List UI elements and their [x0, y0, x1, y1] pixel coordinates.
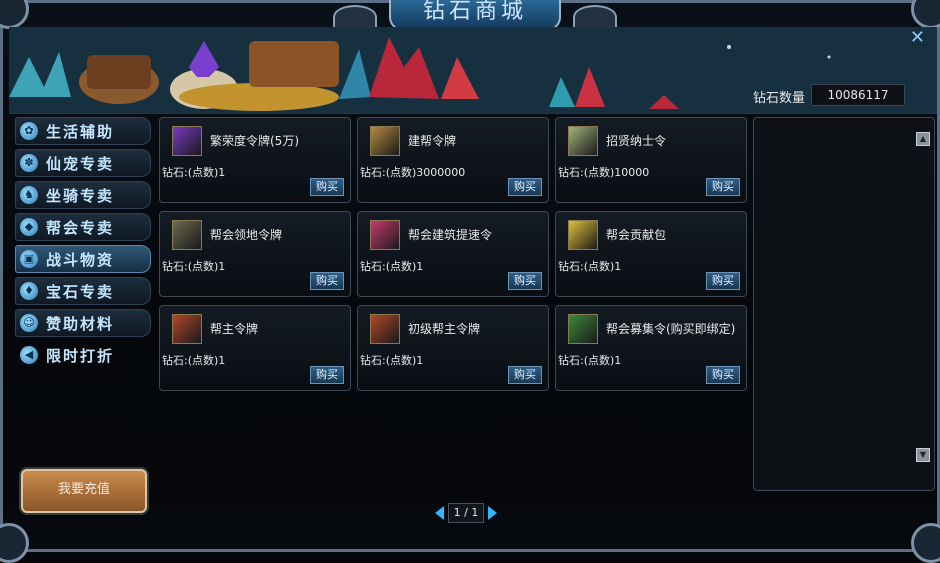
sidebar-item-mounts[interactable]: ♞ 坐骑专卖: [15, 181, 151, 209]
leaf-icon: ✿: [20, 122, 38, 140]
buy-button[interactable]: 购买: [508, 366, 542, 384]
close-icon[interactable]: ✕: [910, 27, 925, 48]
scroll-icon[interactable]: [568, 126, 598, 156]
scroll-down-icon[interactable]: ▼: [916, 448, 930, 462]
sidebar-item-label: 限时打折: [46, 346, 115, 365]
item-detail-panel: ▲ ▼: [753, 117, 935, 491]
item-card: 帮会募集令(购买即绑定) 钻石:(点数)1 购买: [555, 305, 747, 391]
sidebar-item-label: 帮会专卖: [46, 218, 115, 237]
sidebar-item-life[interactable]: ✿ 生活辅助: [15, 117, 151, 145]
buy-button[interactable]: 购买: [310, 272, 344, 290]
sidebar-item-label: 宝石专卖: [46, 282, 115, 301]
corner-ornament: [911, 523, 940, 563]
recharge-button[interactable]: 我要充值: [21, 469, 147, 513]
unicorn-icon: ♞: [20, 186, 38, 204]
token-icon[interactable]: [568, 314, 598, 344]
item-name: 帮会募集令(购买即绑定): [606, 322, 736, 336]
sidebar-item-combat[interactable]: ▣ 战斗物资: [15, 245, 151, 273]
buy-button[interactable]: 购买: [706, 272, 740, 290]
shop-window: 钻石商城 ✕ 钻石数量 10086117 ✿ 生活辅助 ✽ 仙宠专卖 ♞ 坐骑专…: [0, 0, 940, 563]
item-price: 钻石:(点数)3000000: [360, 166, 466, 179]
item-price: 钻石:(点数)1: [360, 354, 424, 367]
buy-button[interactable]: 购买: [706, 178, 740, 196]
item-price: 钻石:(点数)1: [360, 260, 424, 273]
item-name: 帮会领地令牌: [210, 228, 283, 242]
sidebar-item-label: 仙宠专卖: [46, 154, 115, 173]
pagination: 1 / 1: [435, 503, 497, 523]
buy-button[interactable]: 购买: [508, 272, 542, 290]
diamond-count-value: 10086117: [811, 84, 905, 106]
item-card: 帮会建筑提速令 钻石:(点数)1 购买: [357, 211, 549, 297]
person-icon: ☺: [20, 314, 38, 332]
token-icon[interactable]: [370, 220, 400, 250]
item-price: 钻石:(点数)1: [162, 166, 226, 179]
item-name: 招贤纳士令: [606, 134, 667, 148]
sidebar-item-label: 坐骑专卖: [46, 186, 115, 205]
next-page-icon[interactable]: [488, 506, 497, 520]
sidebar-item-guild[interactable]: ◆ 帮会专卖: [15, 213, 151, 241]
sidebar-item-gems[interactable]: ♦ 宝石专卖: [15, 277, 151, 305]
sidebar-item-label: 战斗物资: [46, 250, 115, 269]
frame-ornament: [573, 5, 617, 29]
sidebar-item-sale[interactable]: ◀ 限时打折: [15, 341, 151, 369]
box-icon: ▣: [20, 250, 38, 268]
corner-ornament: [0, 523, 29, 563]
paw-icon: ✽: [20, 154, 38, 172]
buy-button[interactable]: 购买: [310, 366, 344, 384]
buy-button[interactable]: 购买: [508, 178, 542, 196]
shield-icon: ◆: [20, 218, 38, 236]
corner-ornament: [911, 0, 940, 29]
item-name: 初级帮主令牌: [408, 322, 481, 336]
sidebar-item-pets[interactable]: ✽ 仙宠专卖: [15, 149, 151, 177]
prev-page-icon[interactable]: [435, 506, 444, 520]
item-name: 帮会贡献包: [606, 228, 667, 242]
megaphone-icon: ◀: [20, 346, 38, 364]
item-card: 初级帮主令牌 钻石:(点数)1 购买: [357, 305, 549, 391]
item-name: 繁荣度令牌(5万): [210, 134, 299, 148]
pouch-icon[interactable]: [568, 220, 598, 250]
item-price: 钻石:(点数)1: [558, 260, 622, 273]
corner-ornament: [0, 0, 29, 29]
token-icon[interactable]: [172, 314, 202, 344]
item-price: 钻石:(点数)1: [162, 260, 226, 273]
token-icon[interactable]: [172, 126, 202, 156]
item-name: 帮会建筑提速令: [408, 228, 493, 242]
item-card: 招贤纳士令 钻石:(点数)10000 购买: [555, 117, 747, 203]
gem-icon: ♦: [20, 282, 38, 300]
item-name: 帮主令牌: [210, 322, 259, 336]
page-indicator: 1 / 1: [448, 503, 484, 523]
item-price: 钻石:(点数)1: [558, 354, 622, 367]
frame-ornament: [333, 5, 377, 29]
sidebar-item-label: 赞助材料: [46, 314, 115, 333]
scroll-up-icon[interactable]: ▲: [916, 132, 930, 146]
item-card: 繁荣度令牌(5万) 钻石:(点数)1 购买: [159, 117, 351, 203]
diamond-count-label: 钻石数量: [753, 91, 806, 106]
item-price: 钻石:(点数)10000: [558, 166, 650, 179]
item-card: 帮会领地令牌 钻石:(点数)1 购买: [159, 211, 351, 297]
sidebar-item-label: 生活辅助: [46, 122, 115, 141]
item-card: 帮主令牌 钻石:(点数)1 购买: [159, 305, 351, 391]
item-card: 建帮令牌 钻石:(点数)3000000 购买: [357, 117, 549, 203]
sidebar-item-sponsor[interactable]: ☺ 赞助材料: [15, 309, 151, 337]
item-price: 钻石:(点数)1: [162, 354, 226, 367]
buy-button[interactable]: 购买: [310, 178, 344, 196]
item-card: 帮会贡献包 钻石:(点数)1 购买: [555, 211, 747, 297]
buy-button[interactable]: 购买: [706, 366, 740, 384]
category-sidebar: ✿ 生活辅助 ✽ 仙宠专卖 ♞ 坐骑专卖 ◆ 帮会专卖 ▣ 战斗物资 ♦ 宝石专…: [15, 117, 151, 373]
token-icon[interactable]: [370, 314, 400, 344]
item-name: 建帮令牌: [408, 134, 457, 148]
token-icon[interactable]: [172, 220, 202, 250]
token-icon[interactable]: [370, 126, 400, 156]
